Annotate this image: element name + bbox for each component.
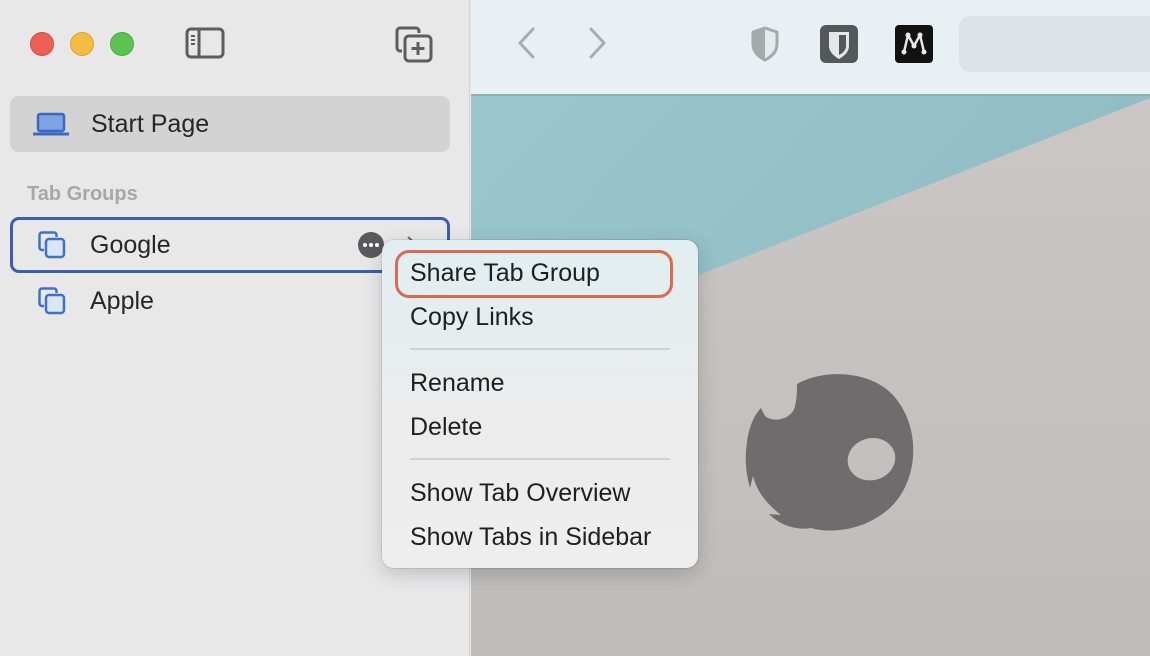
menu-separator (410, 348, 670, 350)
chevron-right-icon[interactable] (585, 26, 609, 60)
menu-item-show-tab-overview[interactable]: Show Tab Overview (410, 479, 630, 508)
more-dot-icon (363, 243, 367, 247)
browser-toolbar (471, 0, 1150, 96)
tab-group-label: Google (90, 230, 171, 259)
menu-separator (410, 458, 670, 460)
tab-group-context-menu: Share Tab Group Copy Links Rename Delete… (382, 240, 698, 568)
new-tab-group-icon (395, 26, 433, 63)
shield-icon (751, 26, 779, 62)
bitwarden-extension-button[interactable] (819, 24, 859, 64)
sidebar-toggle-button[interactable] (185, 27, 225, 59)
close-window-button[interactable] (30, 32, 54, 56)
sidebar-item-start-page[interactable]: Start Page (10, 96, 450, 152)
more-dot-icon (369, 243, 373, 247)
menu-item-delete[interactable]: Delete (410, 413, 482, 442)
tab-group-label: Apple (90, 286, 154, 315)
laptop-icon (33, 112, 69, 136)
m-logo-icon (895, 25, 933, 63)
zoom-window-button[interactable] (110, 32, 134, 56)
tab-group-more-button[interactable] (358, 232, 384, 258)
menu-item-share-tab-group[interactable]: Share Tab Group (410, 259, 600, 288)
new-tab-group-button[interactable] (394, 25, 434, 63)
sidebar-icon (185, 27, 225, 59)
menu-item-show-tabs-in-sidebar[interactable]: Show Tabs in Sidebar (410, 523, 651, 552)
privacy-shield-extension-button[interactable] (745, 24, 785, 64)
tab-group-icon (38, 231, 66, 259)
tab-group-icon (38, 287, 66, 315)
bitwarden-shield-icon (820, 25, 858, 63)
tab-groups-section-title: Tab Groups (27, 183, 138, 205)
chevron-left-icon[interactable] (515, 26, 539, 60)
more-dot-icon (375, 243, 379, 247)
start-page-logo-icon (745, 374, 914, 531)
address-bar[interactable] (959, 16, 1150, 72)
menu-item-copy-links[interactable]: Copy Links (410, 303, 534, 332)
m-extension-button[interactable] (894, 24, 934, 64)
minimize-window-button[interactable] (70, 32, 94, 56)
start-page-label: Start Page (91, 109, 210, 138)
menu-item-rename[interactable]: Rename (410, 369, 505, 398)
